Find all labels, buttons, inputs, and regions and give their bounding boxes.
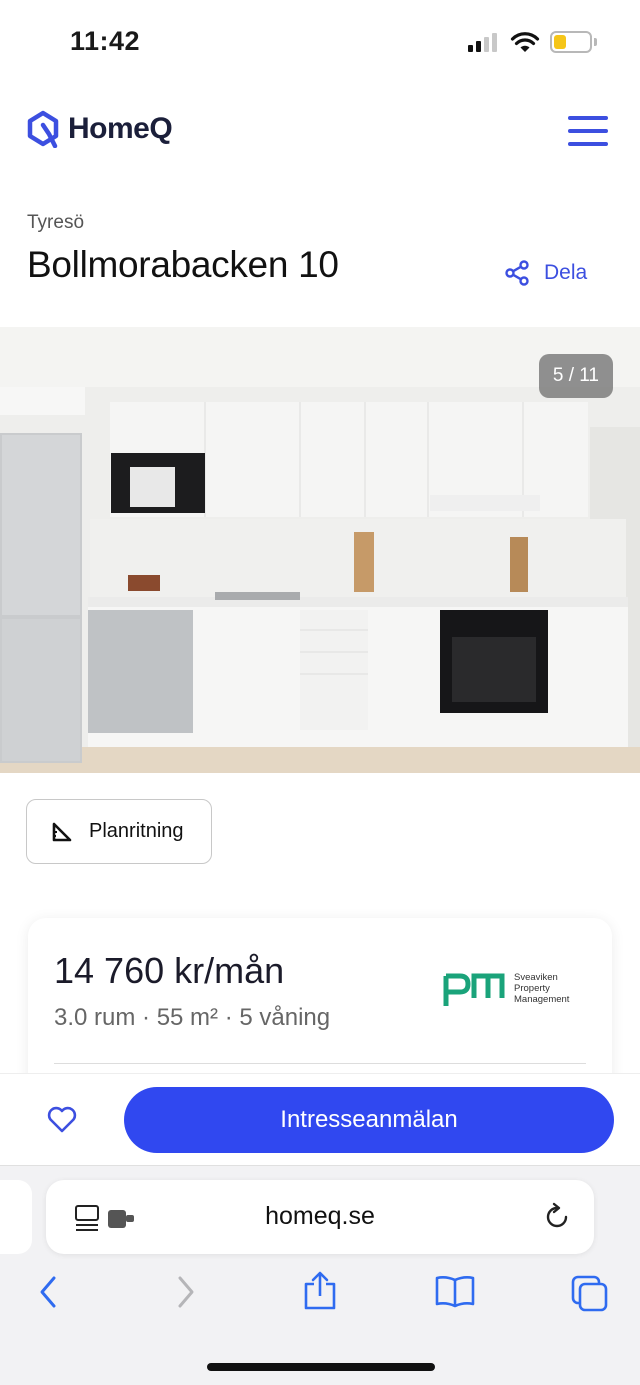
forward-icon[interactable] [174, 1274, 198, 1310]
status-bar: 11:42 [0, 0, 640, 80]
battery-icon [550, 31, 592, 53]
share-label: Dela [544, 261, 588, 284]
url-text: homeq.se [265, 1202, 375, 1230]
apartment-specs: 3.0 rum · 55 m² · 5 våning [54, 1004, 331, 1031]
tabs-icon[interactable] [570, 1274, 610, 1312]
home-indicator [207, 1363, 435, 1371]
reload-icon[interactable] [542, 1202, 572, 1232]
landlord-logo: Sveaviken Property Management [442, 968, 569, 1008]
share-button[interactable]: Dela [504, 260, 587, 286]
heart-icon[interactable] [46, 1104, 78, 1134]
browser-toolbar [0, 1271, 640, 1314]
floorplan-button[interactable]: Planritning [26, 799, 212, 864]
floorplan-icon [52, 822, 72, 841]
card-divider [54, 1063, 586, 1064]
interest-button[interactable]: Intresseanmälan [124, 1087, 614, 1153]
cell-signal-icon [468, 32, 497, 52]
previous-tab-peek[interactable] [0, 1180, 32, 1254]
action-bar: Intresseanmälan [0, 1073, 640, 1165]
logo-icon [27, 110, 59, 148]
photo-counter: 5 / 11 [538, 354, 613, 398]
bookmarks-icon[interactable] [434, 1274, 476, 1308]
site-header: HomeQ [26, 110, 614, 160]
address-bar[interactable]: homeq.se [46, 1180, 594, 1254]
listing-city: Tyresö [27, 212, 85, 233]
floorplan-label: Planritning [89, 820, 184, 842]
battery-tip [594, 38, 597, 46]
landlord-name-line3: Management [514, 993, 570, 1005]
share-sheet-icon[interactable] [302, 1270, 338, 1312]
menu-icon[interactable] [568, 116, 608, 146]
landlord-name-line1: Sveaviken [514, 971, 558, 983]
status-time: 11:42 [70, 26, 141, 56]
brand-name: HomeQ [68, 112, 173, 145]
share-icon [505, 260, 529, 286]
landlord-name-line2: Property [514, 982, 550, 994]
pm-icon [443, 973, 505, 1006]
listing-address: Bollmorabacken 10 [27, 244, 339, 285]
wifi-icon [510, 32, 540, 52]
listing-photo[interactable]: 5 / 11 [0, 327, 640, 773]
browser-chrome: homeq.se [0, 1165, 640, 1385]
homeq-logo[interactable]: HomeQ [26, 110, 614, 148]
rent-price: 14 760 kr/mån [54, 950, 285, 991]
back-icon[interactable] [36, 1274, 60, 1310]
